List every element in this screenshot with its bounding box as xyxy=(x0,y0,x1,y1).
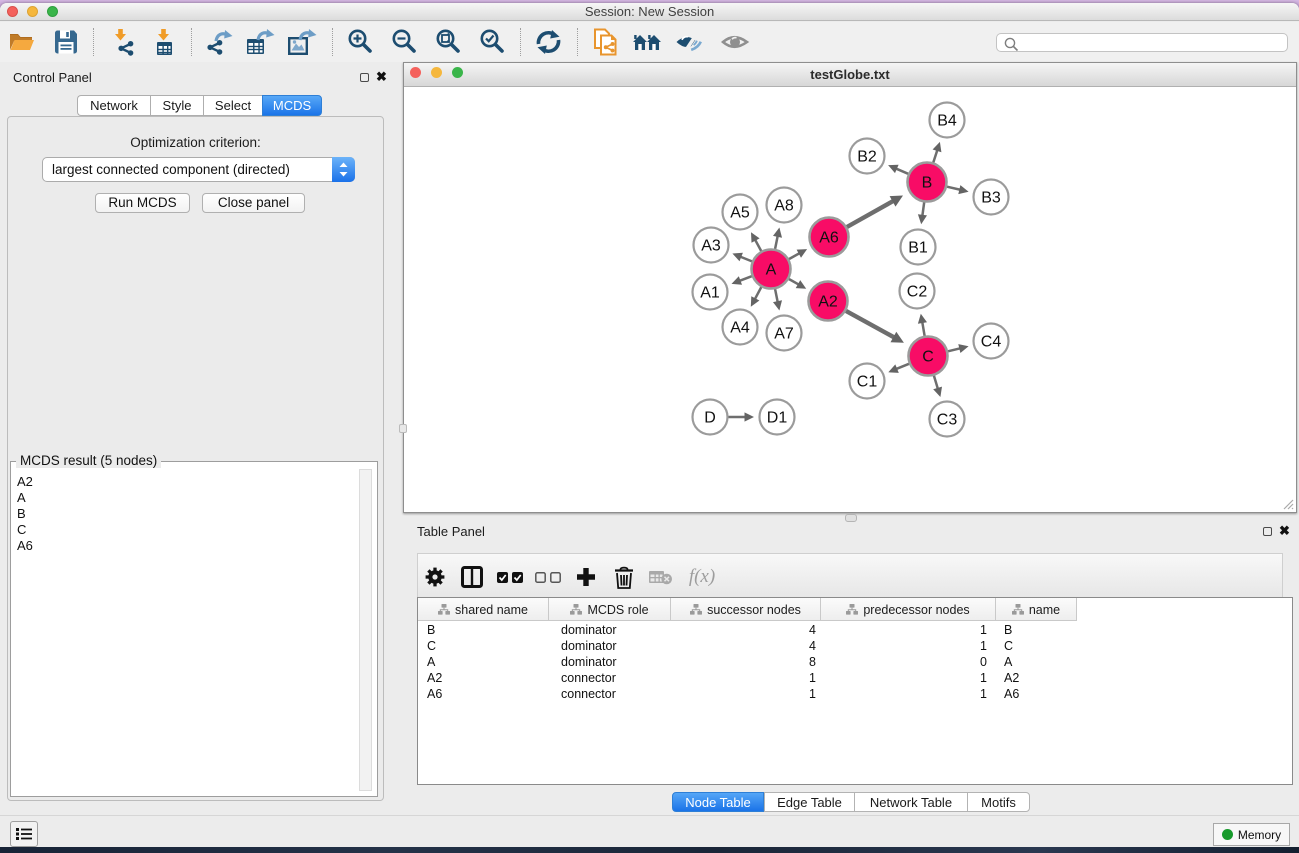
svg-text:B4: B4 xyxy=(937,113,957,130)
svg-text:C2: C2 xyxy=(907,284,928,301)
svg-text:A: A xyxy=(766,262,777,279)
svg-text:C3: C3 xyxy=(937,412,958,429)
svg-text:A4: A4 xyxy=(730,320,750,337)
svg-text:A3: A3 xyxy=(701,238,721,255)
svg-text:A1: A1 xyxy=(700,285,720,302)
svg-text:B: B xyxy=(922,175,933,192)
svg-text:B2: B2 xyxy=(857,149,877,166)
svg-text:B3: B3 xyxy=(981,190,1001,207)
svg-text:C: C xyxy=(922,349,934,366)
svg-text:A5: A5 xyxy=(730,205,750,222)
svg-text:C4: C4 xyxy=(981,334,1002,351)
svg-text:A8: A8 xyxy=(774,198,794,215)
svg-text:A2: A2 xyxy=(818,294,838,311)
svg-text:D1: D1 xyxy=(767,410,788,427)
svg-text:A6: A6 xyxy=(819,230,839,247)
svg-text:D: D xyxy=(704,410,716,427)
svg-text:B1: B1 xyxy=(908,240,928,257)
svg-text:A7: A7 xyxy=(774,326,794,343)
svg-text:C1: C1 xyxy=(857,374,878,391)
